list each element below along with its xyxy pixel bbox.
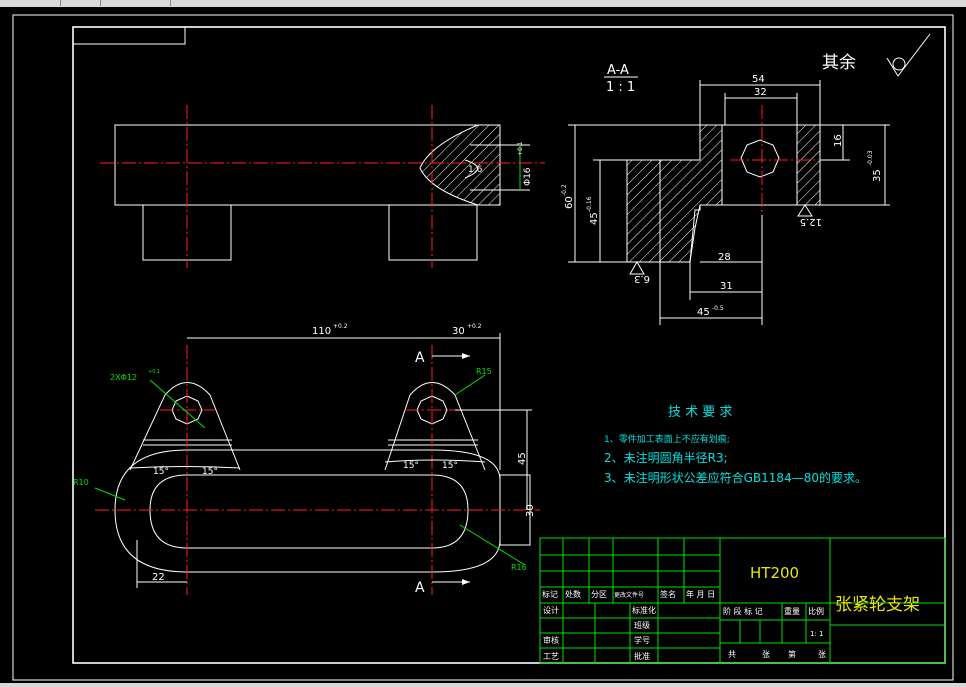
cell-shenhe: 审核 bbox=[543, 635, 559, 645]
dim-angle-4: 15° bbox=[442, 461, 458, 471]
dim-110: 110 bbox=[312, 326, 331, 337]
finish-label: 其余 bbox=[822, 53, 856, 73]
dim-30-tol: +0.2 bbox=[467, 323, 482, 330]
cell-biaozhunhua: 标准化 bbox=[632, 605, 656, 615]
dim-35-tol: -0.03 bbox=[867, 150, 874, 166]
material: HT200 bbox=[750, 564, 799, 582]
cell-banji: 班级 bbox=[634, 620, 650, 630]
dim-45v: 45 bbox=[517, 452, 528, 465]
status-bar bbox=[0, 683, 966, 687]
section-arrow-bottom: A bbox=[415, 580, 425, 596]
cell-sheji: 设计 bbox=[543, 605, 559, 615]
dim-22: 22 bbox=[152, 572, 165, 583]
section-view: A-A 1 : 1 其余 54 32 16 35 -0.03 60 -0.2 4… bbox=[561, 33, 931, 325]
dim-45b-tol: -0.5 bbox=[712, 305, 724, 312]
front-view: 1.6 Φ16 +0.1 bbox=[100, 105, 545, 268]
dim-angle-3: 15° bbox=[403, 461, 419, 471]
cell-bili: 比例 bbox=[808, 606, 824, 616]
cell-di: 第 bbox=[788, 649, 796, 659]
dim-60-tol: -0.2 bbox=[561, 184, 568, 196]
section-scale: 1 : 1 bbox=[606, 80, 635, 95]
roughness-63: 6.3 bbox=[634, 273, 650, 284]
dim-r16: 1.6 bbox=[468, 165, 483, 175]
cell-gengwen: 更改文件号 bbox=[614, 591, 644, 599]
cell-nianyueri: 年 月 日 bbox=[686, 589, 715, 599]
cell-zhang2: 张 bbox=[818, 650, 826, 659]
dim-110-tol: +0.2 bbox=[333, 323, 348, 330]
dim-28: 28 bbox=[718, 252, 731, 263]
technical-requirements: 技 术 要 求 1、零件加工表面上不应有划痕; 2、未注明圆角半径R3; 3、未… bbox=[604, 405, 867, 485]
cell-gongyi: 工艺 bbox=[543, 652, 559, 661]
tech-item-1: 1、零件加工表面上不应有划痕; bbox=[604, 433, 730, 445]
dim-31: 31 bbox=[720, 281, 733, 292]
cell-gong: 共 bbox=[728, 650, 736, 659]
dim-angle-2: 15° bbox=[202, 467, 218, 477]
dim-r10: R10 bbox=[73, 478, 89, 487]
cell-chushu: 处数 bbox=[565, 589, 581, 599]
dim-r16: R16 bbox=[511, 563, 527, 572]
roughness-symbol bbox=[886, 33, 931, 77]
dim-30: 30 bbox=[452, 326, 465, 337]
dim-45b: 45 bbox=[697, 307, 710, 318]
tech-item-2: 2、未注明圆角半径R3; bbox=[604, 450, 728, 465]
cell-biaoji: 标记 bbox=[542, 589, 558, 599]
cell-zhang1: 张 bbox=[762, 650, 770, 659]
dim-54: 54 bbox=[752, 74, 765, 85]
cell-qianming: 签名 bbox=[660, 589, 676, 599]
dim-holes: 2XΦ12 bbox=[110, 373, 137, 382]
cell-pizhun: 批准 bbox=[634, 651, 650, 661]
dim-35: 35 bbox=[872, 169, 883, 182]
corner-label-box bbox=[72, 26, 186, 45]
plan-view: 110 +0.2 30 +0.2 A A 2XΦ12 +0.1 R15 R10 … bbox=[73, 323, 540, 596]
dim-angle-1: 15° bbox=[153, 467, 169, 477]
dim-45: 45 bbox=[589, 212, 600, 225]
dim-30v: 30 bbox=[525, 504, 536, 517]
tech-item-3: 3、未注明形状公差应符合GB1184—80的要求。 bbox=[604, 470, 867, 485]
dim-45-tol: -0.16 bbox=[586, 196, 593, 212]
title-block: HT200 张紧轮支架 标记 处数 分区 更改文件号 签名 年 月 日 设计 标… bbox=[539, 537, 946, 664]
cell-xuehao: 学号 bbox=[634, 635, 650, 645]
dim-32: 32 bbox=[754, 87, 767, 98]
roughness-mark bbox=[629, 261, 645, 275]
drawing-canvas[interactable]: 1.6 Φ16 +0.1 A-A 1 : 1 其余 54 32 16 35 -0… bbox=[0, 0, 966, 687]
dim-hole-tol: +0.1 bbox=[517, 141, 524, 156]
inner-frame bbox=[72, 26, 946, 664]
cell-scale: 1: 1 bbox=[810, 630, 824, 638]
cell-jieduan: 阶 段 标 记 bbox=[723, 606, 763, 616]
section-label: A-A bbox=[607, 63, 629, 78]
dim-16: 16 bbox=[833, 134, 844, 147]
dim-60: 60 bbox=[564, 196, 575, 209]
dim-r15: R15 bbox=[476, 367, 492, 376]
part-name: 张紧轮支架 bbox=[835, 595, 920, 615]
dim-hole: Φ16 bbox=[523, 167, 533, 186]
tech-title: 技 术 要 求 bbox=[668, 405, 732, 420]
roughness-125: 12.5 bbox=[800, 216, 822, 227]
roughness-mark bbox=[797, 204, 813, 217]
dim-holes-tol: +0.1 bbox=[148, 369, 160, 375]
cell-zhongliang: 重量 bbox=[784, 606, 800, 616]
cell-fenqu: 分区 bbox=[591, 590, 607, 599]
section-arrow-top: A bbox=[415, 350, 425, 366]
